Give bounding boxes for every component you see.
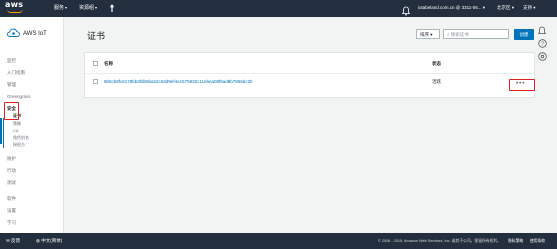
- sidebar-item-learn[interactable]: 学习: [7, 220, 16, 226]
- aws-iot-brand-label: AWS IoT: [23, 30, 47, 37]
- sidebar-item-act[interactable]: 行动: [7, 168, 16, 174]
- account-menu[interactable]: iotabeland.com.cn @ 3311-06... ▾: [418, 5, 485, 11]
- services-label: 服务: [54, 5, 65, 11]
- page-title: 证书: [87, 31, 106, 41]
- support-menu[interactable]: 支持 ▾: [523, 5, 536, 11]
- sidebar-item-settings[interactable]: 设置: [7, 208, 16, 214]
- status-text: 活跃: [432, 79, 441, 84]
- chevron-down-icon: ▾: [533, 5, 536, 10]
- top-navigation-bar: aws 服务▾ 资源组▾ iotabeland.com.cn @ 3311-06…: [0, 0, 557, 17]
- sidebar-item-software[interactable]: 软件: [7, 196, 16, 202]
- sidebar-item-monitor[interactable]: 监控: [7, 58, 16, 64]
- feedback-icon: ✉: [6, 238, 10, 243]
- sidebar-subitem-authorizers[interactable]: 授权方: [13, 142, 25, 148]
- chevron-down-icon: ▾: [95, 5, 98, 10]
- settings-icon[interactable]: [538, 52, 547, 61]
- footer-bar: ✉ 反馈 ◍ 中文(简体) © 2008 - 2019, Amazon Web …: [0, 233, 557, 249]
- support-label: 支持: [523, 5, 532, 10]
- aws-logo-text: aws: [5, 0, 24, 9]
- search-icon: ⌕: [447, 32, 450, 37]
- sidebar-item-defend[interactable]: 防护: [7, 156, 16, 162]
- certificates-table: 名称 状态 8b5cb8fc6178bb3fdb9ba22c63d9ef4e15…: [84, 52, 535, 98]
- header-divider: [85, 73, 534, 74]
- row-checkbox[interactable]: [93, 79, 98, 84]
- column-header-name[interactable]: 名称: [104, 61, 113, 67]
- aws-iot-logo-icon: [7, 28, 20, 37]
- terms-of-use-link[interactable]: 使用条款: [530, 239, 545, 244]
- sidebar-item-manage[interactable]: 管理: [7, 82, 16, 88]
- sidebar-subitem-role-aliases[interactable]: 角色别名: [13, 135, 29, 141]
- sidebar-item-onboard[interactable]: 入门指南: [7, 70, 25, 76]
- services-menu[interactable]: 服务▾: [54, 4, 67, 11]
- feedback-label: 反馈: [11, 238, 21, 243]
- chevron-down-icon: ▾: [65, 5, 68, 10]
- language-selector[interactable]: ◍ 中文(简体): [36, 238, 62, 244]
- sidebar-item-test[interactable]: 测试: [7, 180, 16, 186]
- sidebar: AWS IoT 监控 入门指南 管理 Greengrass 安全 证书 策略 C…: [0, 17, 64, 233]
- highlight-box-security-certificates: [4, 102, 19, 120]
- account-label: iotabeland.com.cn @ 3311-06...: [418, 5, 482, 10]
- sort-label: 排序: [420, 32, 429, 37]
- svg-text:?: ?: [541, 41, 544, 47]
- sidebar-subitem-ca[interactable]: CA: [13, 128, 19, 133]
- region-menu[interactable]: 北京区 ▾: [497, 5, 514, 11]
- help-icon[interactable]: ?: [538, 39, 547, 48]
- chevron-down-icon: ▾: [482, 5, 486, 10]
- active-section-indicator-line: [3, 118, 4, 148]
- active-section-indicator: [0, 118, 2, 144]
- sort-dropdown[interactable]: 排序 ▾: [416, 29, 440, 39]
- pin-icon[interactable]: [109, 4, 115, 14]
- select-all-checkbox[interactable]: [93, 61, 98, 66]
- create-button[interactable]: 创建: [514, 29, 534, 40]
- copyright-text: © 2008 - 2019, Amazon Web Services, Inc.…: [378, 239, 501, 243]
- aws-iot-brand[interactable]: AWS IoT: [7, 28, 47, 39]
- sidebar-subitem-policies[interactable]: 策略: [13, 121, 21, 127]
- certificate-id-link[interactable]: 8b5cb8fc6178bb3fdb9ba22c63d9ef4e1575932c…: [104, 79, 253, 84]
- column-header-status[interactable]: 状态: [432, 61, 441, 67]
- aws-logo[interactable]: aws: [5, 1, 27, 15]
- privacy-policy-link[interactable]: 隐私策略: [508, 239, 523, 244]
- globe-icon: ◍: [36, 238, 40, 243]
- region-label: 北京区: [497, 5, 511, 10]
- resource-groups-label: 资源组: [79, 5, 95, 11]
- chevron-down-icon: ▾: [511, 5, 515, 10]
- aws-smile-icon: [7, 9, 23, 13]
- feedback-button[interactable]: ✉ 反馈: [6, 238, 20, 244]
- sidebar-item-greengrass[interactable]: Greengrass: [7, 94, 31, 99]
- bell-icon[interactable]: [401, 3, 411, 16]
- notification-icon[interactable]: [538, 26, 546, 36]
- resource-groups-menu[interactable]: 资源组▾: [79, 4, 97, 11]
- search-input[interactable]: ⌕ 搜索证书: [443, 29, 509, 39]
- language-label: 中文(简体): [41, 238, 63, 243]
- search-placeholder: 搜索证书: [450, 32, 469, 37]
- highlight-box-row-actions: [509, 79, 535, 91]
- chevron-down-icon: ▾: [430, 32, 433, 37]
